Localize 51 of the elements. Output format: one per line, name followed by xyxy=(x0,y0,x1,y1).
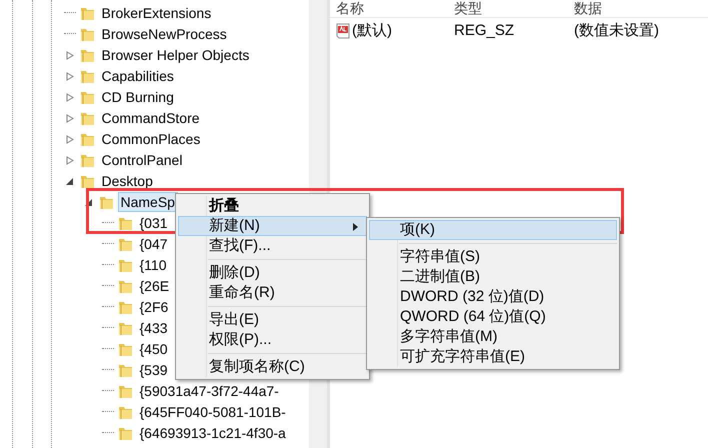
tree-item[interactable]: CD Burning xyxy=(98,86,177,106)
menu-item[interactable]: 字符串值(S) xyxy=(369,247,617,267)
menu-item[interactable]: 权限(P)... xyxy=(178,330,367,350)
tree-item[interactable]: {26E xyxy=(136,276,172,296)
menu-item[interactable]: QWORD (64 位)值(Q) xyxy=(369,307,617,327)
expanded-icon[interactable] xyxy=(85,198,93,207)
tree-item[interactable]: Browser Helper Objects xyxy=(98,44,252,64)
tree-item[interactable]: {2F6 xyxy=(136,296,172,316)
tree-item[interactable]: NameSp xyxy=(118,192,178,212)
menu-item[interactable]: 复制项名称(C) xyxy=(178,357,367,377)
tree-item[interactable]: CommonPlaces xyxy=(98,128,204,148)
menu-item[interactable]: 导出(E) xyxy=(178,310,367,330)
menu-item[interactable]: DWORD (32 位)值(D) xyxy=(369,287,617,307)
value-data: (数值未设置) xyxy=(573,20,659,41)
menu-item[interactable]: 折叠 xyxy=(178,196,367,216)
expanded-icon[interactable] xyxy=(66,176,74,186)
tree-item[interactable]: {645FF040-5081-101B- xyxy=(136,402,289,422)
tree-item[interactable]: BrokerExtensions xyxy=(98,2,214,22)
value-name[interactable]: (默认) xyxy=(352,20,392,42)
collapsed-icon[interactable] xyxy=(66,72,74,81)
tree-item[interactable]: {64693913-1c21-4f30-a xyxy=(136,422,289,442)
value-type: REG_SZ xyxy=(453,20,516,41)
menu-item[interactable]: 新建(N) xyxy=(178,216,367,236)
column-header[interactable]: 名称 xyxy=(330,0,448,17)
string-value-icon xyxy=(336,23,352,39)
menu-item[interactable]: 项(K) xyxy=(369,220,617,240)
tree-item[interactable]: {450 xyxy=(136,338,171,358)
tree-item[interactable]: {047 xyxy=(136,234,171,254)
collapsed-icon[interactable] xyxy=(66,50,74,60)
menu-item[interactable]: 二进制值(B) xyxy=(369,267,617,287)
tree-item[interactable]: {110 xyxy=(136,254,170,274)
menu-item[interactable]: 删除(D) xyxy=(178,263,367,283)
menu-item[interactable]: 重命名(R) xyxy=(178,283,367,303)
tree-item[interactable]: BrowseNewProcess xyxy=(98,24,230,44)
tree-item[interactable]: CommandStore xyxy=(98,108,203,128)
tree-item[interactable]: Capabilities xyxy=(98,66,177,86)
collapsed-icon[interactable] xyxy=(66,134,74,144)
column-header[interactable]: 数据 xyxy=(568,0,708,17)
tree-item[interactable]: {433 xyxy=(136,318,171,338)
collapsed-icon[interactable] xyxy=(66,114,74,123)
tree-item[interactable]: {59031a47-3f72-44a7- xyxy=(136,380,282,400)
tree-item[interactable]: {539 xyxy=(136,360,171,380)
collapsed-icon[interactable] xyxy=(66,156,74,165)
tree-item[interactable]: Desktop xyxy=(98,170,156,190)
collapsed-icon[interactable] xyxy=(66,92,74,102)
menu-item[interactable]: 多字符串值(M) xyxy=(369,327,617,347)
column-header[interactable]: 类型 xyxy=(448,0,568,17)
tree-item[interactable]: {031 xyxy=(136,212,171,232)
tree-item[interactable]: ControlPanel xyxy=(98,150,186,170)
menu-item[interactable]: 可扩充字符串值(E) xyxy=(369,347,617,367)
menu-item[interactable]: 查找(F)... xyxy=(178,236,367,256)
